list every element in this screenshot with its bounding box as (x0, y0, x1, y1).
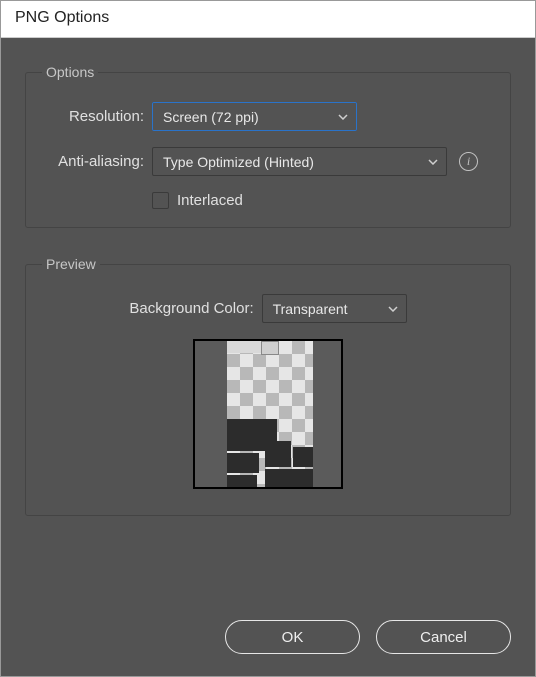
resolution-value: Screen (72 ppi) (163, 109, 259, 125)
antialiasing-row: Anti-aliasing: Type Optimized (Hinted) i (44, 147, 492, 176)
cancel-button[interactable]: Cancel (376, 620, 511, 654)
resolution-label: Resolution: (44, 108, 152, 125)
dialog-body: Options Resolution: Screen (72 ppi) Anti… (1, 38, 535, 676)
interlaced-label: Interlaced (177, 192, 243, 209)
ok-button[interactable]: OK (225, 620, 360, 654)
resolution-row: Resolution: Screen (72 ppi) (44, 102, 492, 131)
info-icon[interactable]: i (459, 152, 478, 171)
antialiasing-value: Type Optimized (Hinted) (163, 154, 314, 170)
bgcolor-value: Transparent (273, 301, 348, 317)
png-options-dialog: PNG Options Options Resolution: Screen (… (0, 0, 536, 677)
bgcolor-dropdown[interactable]: Transparent (262, 294, 407, 323)
chevron-down-icon (338, 114, 348, 120)
bgcolor-row: Background Color: Transparent (44, 294, 492, 323)
button-row: OK Cancel (25, 612, 511, 654)
options-legend: Options (42, 64, 98, 80)
preview-thumbnail (193, 339, 343, 489)
bgcolor-label: Background Color: (129, 300, 253, 317)
antialiasing-dropdown[interactable]: Type Optimized (Hinted) (152, 147, 447, 176)
dialog-title: PNG Options (1, 1, 535, 38)
chevron-down-icon (388, 306, 398, 312)
preview-legend: Preview (42, 256, 100, 272)
resolution-dropdown[interactable]: Screen (72 ppi) (152, 102, 357, 131)
options-group: Options Resolution: Screen (72 ppi) Anti… (25, 64, 511, 228)
interlaced-checkbox[interactable] (152, 192, 169, 209)
preview-group: Preview Background Color: Transparent (25, 256, 511, 516)
antialiasing-label: Anti-aliasing: (44, 153, 152, 170)
chevron-down-icon (428, 159, 438, 165)
interlaced-row: Interlaced (44, 192, 492, 209)
